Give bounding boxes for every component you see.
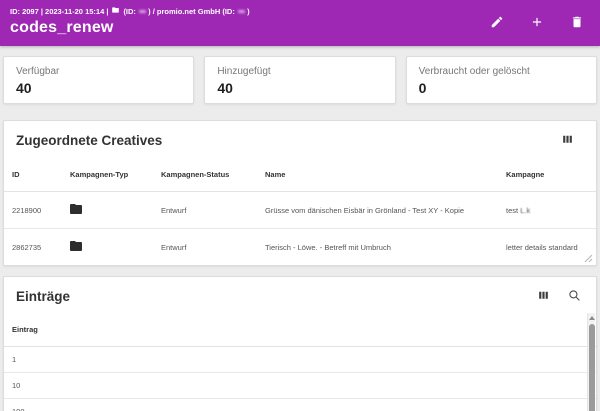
column-header-eintrag[interactable]: Eintrag <box>4 313 596 347</box>
stat-card-verbraucht: Verbraucht oder gelöscht 0 <box>405 56 597 104</box>
columns-toggle-button[interactable] <box>561 133 574 146</box>
folder-icon <box>111 6 120 16</box>
stat-label: Hinzugefügt <box>217 66 271 77</box>
eintraege-section-title: Einträge <box>16 289 71 304</box>
stat-card-verfuegbar: Verfügbar 40 <box>3 56 195 104</box>
stat-card-hinzugefuegt: Hinzugefügt 40 <box>204 56 396 104</box>
resize-handle[interactable] <box>584 254 593 263</box>
trash-icon <box>570 16 584 32</box>
eintraege-toolbar <box>537 289 581 302</box>
kampagne-text: letter details standard <box>506 242 578 252</box>
redacted-org-id: ≈≈ <box>237 6 245 16</box>
cell-name: Grüsse vom dänischen Eisbär in Grönland … <box>265 205 464 215</box>
cell-kampagne: test L.k <box>498 192 596 229</box>
folder-icon <box>70 204 82 216</box>
header-actions <box>490 15 584 29</box>
vertical-scrollbar[interactable] <box>587 313 595 411</box>
cell-id: 2862735 <box>4 228 62 265</box>
cell-name: Tierisch - Löwe. - Betreff mit Umbruch <box>257 228 498 265</box>
cell-eintrag: 100 <box>4 398 596 411</box>
creatives-table: ID Kampagnen-Typ Kampagnen-Status Name K… <box>4 157 596 265</box>
list-item[interactable]: 10 <box>4 372 596 399</box>
creatives-section-title: Zugeordnete Creatives <box>16 133 163 148</box>
cell-kampagnen-typ <box>62 192 153 229</box>
stat-label: Verfügbar <box>16 66 60 77</box>
scrollbar-thumb[interactable] <box>588 324 595 411</box>
view-columns-icon <box>537 290 550 305</box>
list-item[interactable]: 100 <box>4 398 596 411</box>
columns-toggle-button[interactable] <box>537 289 550 302</box>
eintraege-table: Eintrag 1 10 100 <box>4 313 596 411</box>
breadcrumb-folder-id-open: (ID: <box>123 6 136 16</box>
stat-value: 40 <box>16 80 32 96</box>
table-row[interactable]: 2218900 Entwurf Grüsse vom dänischen Eis… <box>4 192 596 229</box>
redacted-folder-id: ≈≈ <box>138 6 146 16</box>
kampagne-redacted-text: L.k <box>520 205 531 215</box>
column-header-kampagnen-typ[interactable]: Kampagnen-Typ <box>62 157 153 192</box>
cell-id: 2218900 <box>12 205 42 215</box>
column-header-kampagnen-status[interactable]: Kampagnen-Status <box>153 157 257 192</box>
breadcrumb-meta: ID: 2097 | 2023-11-20 15:14 | <box>10 6 109 16</box>
stat-label: Verbraucht oder gelöscht <box>418 66 530 77</box>
search-icon <box>568 290 581 305</box>
plus-icon <box>530 17 544 32</box>
edit-button[interactable] <box>490 15 504 29</box>
stats-row: Verfügbar 40 Hinzugefügt 40 Verbraucht o… <box>3 56 597 104</box>
folder-icon <box>70 241 82 253</box>
column-header-id[interactable]: ID <box>4 157 62 192</box>
pencil-icon <box>490 16 504 32</box>
stat-value: 0 <box>418 80 427 96</box>
cell-kampagne: letter details standard <box>498 228 596 265</box>
cell-kampagnen-status: Entwurf <box>153 228 257 265</box>
cell-eintrag: 10 <box>4 372 596 399</box>
creatives-toolbar <box>561 133 574 146</box>
cell-eintrag: 1 <box>12 355 17 364</box>
table-row[interactable]: 2862735 Entwurf Tierisch - Löwe. - Betre… <box>4 228 596 265</box>
creatives-header-row: ID Kampagnen-Typ Kampagnen-Status Name K… <box>4 157 596 192</box>
app-header: ID: 2097 | 2023-11-20 15:14 | (ID: ≈≈ ) … <box>0 0 600 46</box>
delete-button[interactable] <box>570 15 584 29</box>
scrollbar-up-arrow-icon[interactable] <box>588 316 595 320</box>
breadcrumb-close: ) <box>247 6 250 16</box>
cell-kampagnen-typ <box>62 228 153 265</box>
view-columns-icon <box>561 134 574 149</box>
list-item[interactable]: 1 <box>4 347 596 373</box>
search-button[interactable] <box>568 289 581 302</box>
column-header-name[interactable]: Name <box>257 157 498 192</box>
kampagne-text: test <box>506 205 521 215</box>
column-header-kampagne[interactable]: Kampagne <box>498 157 596 192</box>
cell-kampagnen-status: Entwurf <box>161 205 187 215</box>
stat-value: 40 <box>217 80 233 96</box>
eintraege-section: Einträge Eintrag 1 10 100 <box>3 276 597 411</box>
add-button[interactable] <box>530 15 544 29</box>
eintraege-header-row: Eintrag <box>4 313 596 347</box>
creatives-section: Zugeordnete Creatives ID Kampagnen-Typ K… <box>3 120 597 266</box>
breadcrumb-org: ) / promio.net GmbH (ID: <box>148 6 235 16</box>
